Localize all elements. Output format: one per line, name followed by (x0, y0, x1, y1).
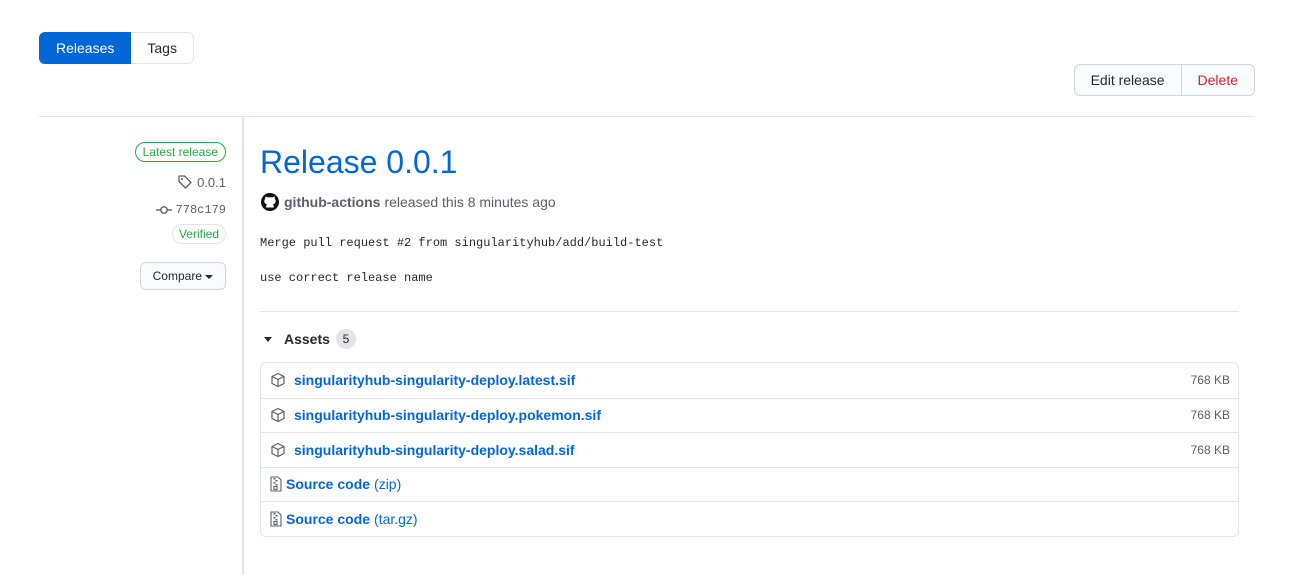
tag-link[interactable]: 0.0.1 (177, 174, 226, 190)
git-commit-icon (155, 206, 172, 214)
github-mark-icon[interactable] (260, 192, 280, 212)
sidebar-divider (242, 116, 244, 575)
release-sidebar: Latest release 0.0.1 778c179 Verified Co… (39, 142, 226, 290)
asset-link[interactable]: singularityhub-singularity-deploy.latest… (294, 372, 575, 388)
header-divider (39, 116, 1255, 117)
tab-releases[interactable]: Releases (39, 32, 132, 64)
source-format[interactable]: (zip) (374, 476, 401, 492)
asset-row: singularityhub-singularity-deploy.salad.… (261, 432, 1238, 467)
release-title[interactable]: Release 0.0.1 (260, 142, 1239, 182)
edit-release-button[interactable]: Edit release (1073, 64, 1182, 96)
release-notes-line: Merge pull request #2 from singularityhu… (260, 236, 664, 250)
package-icon (271, 442, 285, 457)
asset-size: 768 KB (1190, 442, 1230, 457)
asset-size: 768 KB (1190, 408, 1230, 423)
tag-name: 0.0.1 (197, 174, 226, 190)
tag-icon (178, 175, 192, 189)
source-code-targz-link[interactable]: Source code (286, 511, 370, 527)
file-zip-icon (270, 511, 282, 527)
release-author-line: github-actions released this 8 minutes a… (260, 192, 1239, 212)
release-actions: Edit release Delete (1073, 64, 1255, 96)
release-tabs: Releases Tags (39, 32, 194, 64)
commit-link[interactable]: 778c179 (155, 202, 226, 218)
asset-row: singularityhub-singularity-deploy.latest… (261, 363, 1238, 398)
tab-tags[interactable]: Tags (131, 32, 194, 64)
compare-label: Compare (152, 269, 202, 283)
release-author[interactable]: github-actions (284, 194, 380, 210)
asset-link[interactable]: singularityhub-singularity-deploy.pokemo… (294, 407, 601, 423)
source-code-zip-link[interactable]: Source code (286, 476, 370, 492)
asset-link[interactable]: singularityhub-singularity-deploy.salad.… (294, 442, 575, 458)
delete-release-button[interactable]: Delete (1181, 64, 1255, 96)
asset-size: 768 KB (1190, 373, 1230, 388)
verified-badge[interactable]: Verified (171, 224, 226, 244)
compare-button[interactable]: Compare (139, 262, 226, 290)
assets-count-badge: 5 (335, 329, 356, 349)
triangle-down-icon (264, 336, 272, 342)
source-format[interactable]: (tar.gz) (374, 511, 418, 527)
package-icon (271, 373, 285, 388)
release-time-text: released this 8 minutes ago (384, 194, 556, 210)
assets-divider (260, 311, 1239, 312)
source-row: Source code (zip) (261, 466, 1238, 502)
chevron-down-icon (205, 274, 213, 279)
release-notes-line: use correct release name (260, 271, 433, 285)
source-row: Source code (tar.gz) (261, 501, 1238, 536)
latest-release-badge: Latest release (134, 142, 226, 162)
assets-label: Assets (284, 331, 330, 347)
assets-toggle[interactable]: Assets 5 (260, 328, 1239, 350)
commit-sha: 778c179 (175, 203, 226, 217)
package-icon (271, 408, 285, 423)
file-zip-icon (270, 476, 282, 492)
assets-list: singularityhub-singularity-deploy.latest… (260, 362, 1239, 537)
release-main: Release 0.0.1 github-actions released th… (260, 142, 1239, 537)
asset-row: singularityhub-singularity-deploy.pokemo… (261, 397, 1238, 433)
